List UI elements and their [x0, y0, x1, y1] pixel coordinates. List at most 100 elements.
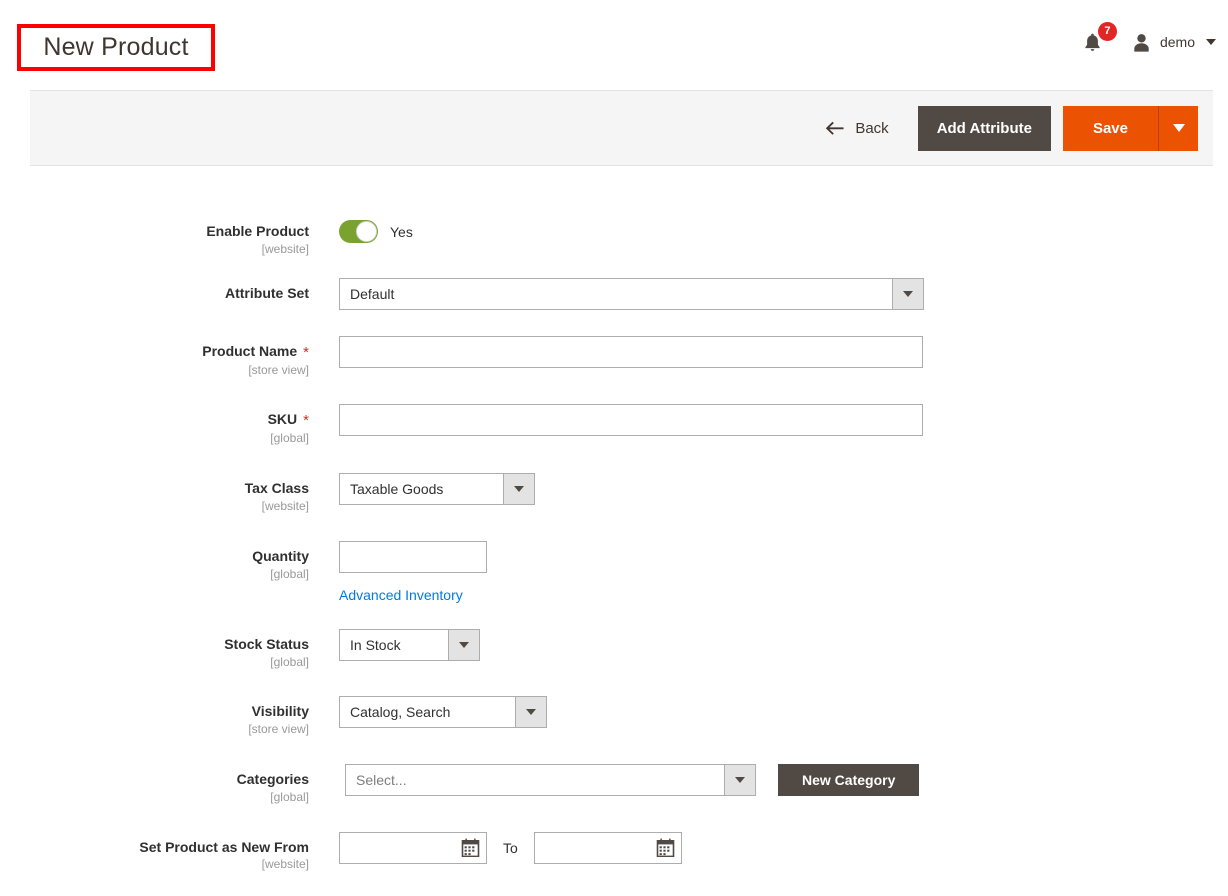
header-actions: 7 demo: [1076, 22, 1216, 56]
scope-text: [global]: [270, 566, 309, 581]
tax-class-select[interactable]: Taxable Goods: [339, 473, 535, 506]
save-options-button[interactable]: [1159, 105, 1198, 151]
field-sku: SKU * [global]: [0, 404, 1228, 447]
chevron-down-icon: [526, 709, 536, 716]
label-tax-class: Tax Class [website]: [0, 473, 309, 515]
user-menu[interactable]: demo: [1132, 33, 1216, 52]
page-title: New Product: [43, 33, 189, 61]
field-enable-product: Enable Product [website] Yes: [0, 214, 1228, 258]
label-text: SKU *: [0, 411, 309, 429]
field-attribute-set: Attribute Set Default: [0, 277, 1228, 310]
field-set-product-as-new: Set Product as New From [website] To: [0, 831, 1228, 874]
label-quantity: Quantity [global]: [0, 541, 309, 583]
categories-select[interactable]: Select...: [345, 763, 756, 796]
tax-class-value: Taxable Goods: [350, 481, 444, 498]
label-product-name: Product Name * [store view]: [0, 336, 309, 379]
control-enable-product: Yes: [309, 214, 413, 243]
control-visibility: Catalog, Search: [309, 696, 547, 729]
chevron-down-icon: [514, 486, 524, 493]
label-inner: SKU: [267, 411, 298, 428]
scope-text: [global]: [270, 654, 309, 669]
label-text: Quantity: [252, 547, 309, 564]
label-text: Categories: [236, 770, 309, 787]
scope-text: [store view]: [248, 362, 309, 377]
notification-count-badge: 7: [1097, 22, 1117, 41]
new-category-button[interactable]: New Category: [778, 763, 920, 796]
toggle-row: Yes: [339, 214, 413, 243]
label-categories: Categories [global]: [0, 764, 309, 806]
date-to-label: To: [503, 839, 518, 856]
back-button[interactable]: Back: [825, 119, 889, 137]
control-tax-class: Taxable Goods: [309, 473, 535, 506]
dropdown-button[interactable]: [448, 629, 479, 660]
field-categories: Categories [global] Select... New Catego…: [0, 763, 1228, 806]
scope-text: [global]: [270, 789, 309, 804]
page-title-highlight: New Product: [17, 24, 215, 71]
save-button-group: Save: [1062, 105, 1198, 151]
sku-input[interactable]: [339, 404, 923, 437]
label-enable-product: Enable Product [website]: [0, 214, 309, 258]
field-quantity: Quantity [global] Advanced Inventory: [0, 540, 1228, 605]
control-quantity: Advanced Inventory: [309, 540, 611, 605]
label-sku: SKU * [global]: [0, 404, 309, 447]
dropdown-button[interactable]: [724, 764, 755, 795]
stock-status-select[interactable]: In Stock: [339, 628, 480, 661]
page-actions-toolbar: Back Add Attribute Save: [30, 90, 1213, 166]
attribute-set-value: Default: [350, 285, 395, 302]
chevron-down-icon: [735, 776, 745, 783]
notifications-button[interactable]: 7: [1076, 22, 1117, 56]
control-attribute-set: Default: [309, 277, 924, 310]
control-product-name: [309, 335, 923, 368]
quantity-input[interactable]: [339, 540, 487, 573]
categories-value: Select...: [356, 771, 407, 788]
product-name-input[interactable]: [339, 335, 923, 368]
advanced-inventory-link[interactable]: Advanced Inventory: [339, 587, 463, 603]
date-to-wrap: [533, 831, 682, 864]
label-attribute-set: Attribute Set: [0, 278, 309, 302]
label-set-product-as-new: Set Product as New From [website]: [0, 832, 309, 874]
dropdown-button[interactable]: [892, 278, 923, 309]
dropdown-button[interactable]: [503, 474, 534, 505]
scope-text: [website]: [261, 241, 309, 256]
back-button-label: Back: [855, 119, 889, 137]
date-from-wrap: [339, 831, 487, 864]
control-sku: [309, 404, 923, 437]
arrow-left-icon: [825, 121, 844, 136]
control-stock-status: In Stock: [309, 628, 480, 661]
calendar-icon[interactable]: [461, 838, 480, 857]
label-text: Attribute Set: [225, 284, 309, 301]
label-text: Enable Product: [206, 223, 309, 239]
field-visibility: Visibility [store view] Catalog, Search: [0, 696, 1228, 738]
calendar-icon[interactable]: [656, 838, 675, 857]
scope-text: [store view]: [248, 722, 309, 737]
toggle-state-label: Yes: [390, 223, 413, 240]
attribute-set-select[interactable]: Default: [339, 277, 924, 310]
user-avatar-icon: [1132, 33, 1151, 52]
label-text: Set Product as New From: [139, 838, 309, 855]
chevron-down-icon: [903, 290, 913, 297]
required-indicator: *: [303, 412, 309, 430]
toggle-knob: [356, 221, 377, 242]
field-product-name: Product Name * [store view]: [0, 335, 1228, 379]
label-text: Visibility: [251, 703, 309, 720]
field-stock-status: Stock Status [global] In Stock: [0, 628, 1228, 671]
label-text: Product Name *: [0, 343, 309, 361]
label-text: Tax Class: [244, 480, 309, 497]
product-form: Enable Product [website] Yes Attribute S…: [0, 166, 1228, 873]
save-button[interactable]: Save: [1062, 105, 1159, 151]
label-inner: Product Name: [202, 342, 298, 359]
control-categories: Select... New Category: [309, 763, 920, 796]
user-name-label: demo: [1159, 34, 1195, 50]
label-visibility: Visibility [store view]: [0, 696, 309, 738]
scope-text: [website]: [261, 857, 309, 872]
control-set-product-as-new: To: [309, 831, 682, 864]
required-indicator: *: [303, 343, 309, 361]
advanced-inventory-row: Advanced Inventory: [339, 573, 611, 605]
field-tax-class: Tax Class [website] Taxable Goods: [0, 473, 1228, 515]
label-stock-status: Stock Status [global]: [0, 629, 309, 671]
label-text: Stock Status: [224, 635, 309, 652]
visibility-select[interactable]: Catalog, Search: [339, 696, 547, 729]
dropdown-button[interactable]: [515, 697, 546, 728]
enable-product-toggle[interactable]: [339, 220, 378, 243]
add-attribute-button[interactable]: Add Attribute: [917, 105, 1051, 151]
